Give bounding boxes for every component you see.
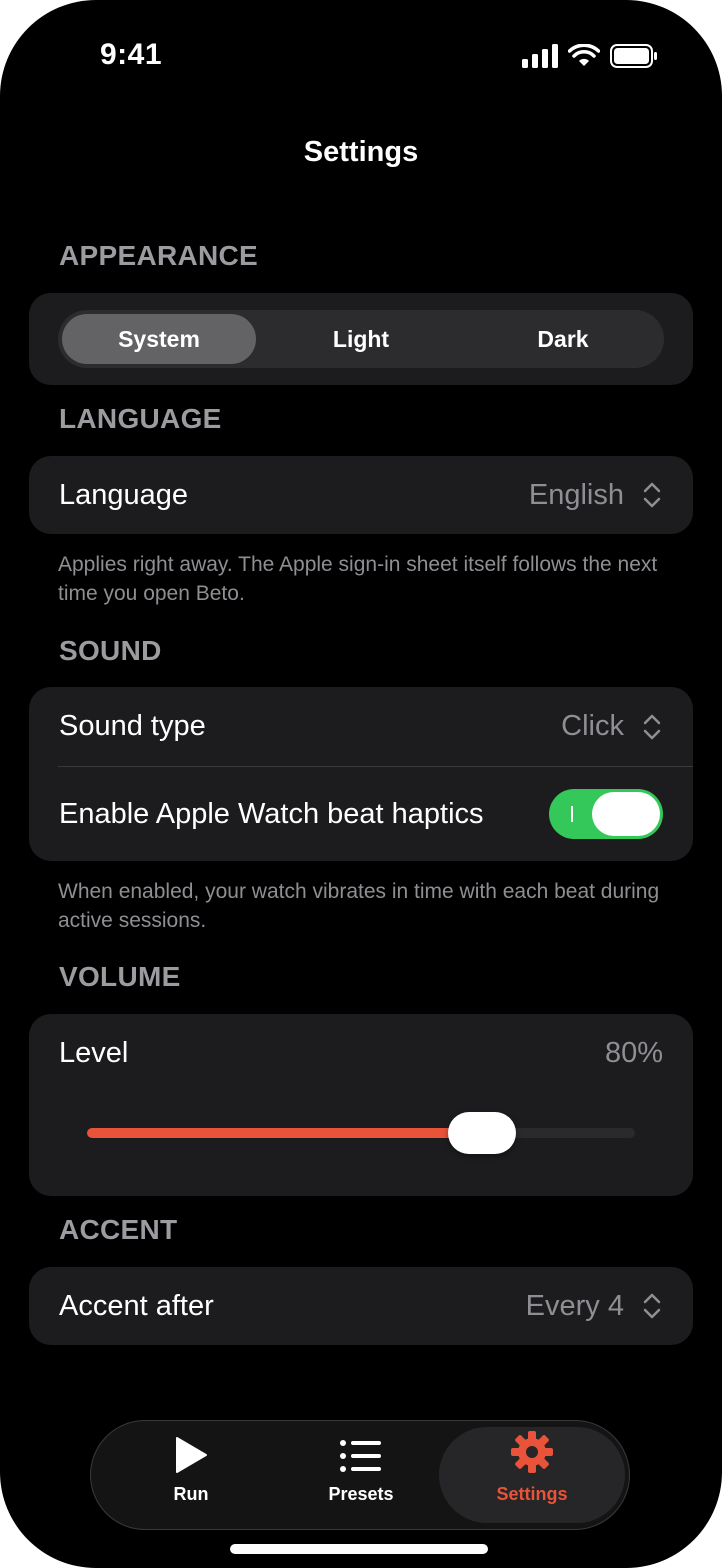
appearance-segmented-control: System Light Dark bbox=[58, 310, 664, 368]
haptics-row: Enable Apple Watch beat haptics bbox=[29, 767, 693, 861]
toggle-knob bbox=[592, 792, 660, 836]
chevron-up-down-icon bbox=[643, 1293, 661, 1319]
battery-icon bbox=[610, 44, 657, 68]
section-header-language: LANGUAGE bbox=[59, 403, 222, 434]
tab-bar: Run Presets Settings bbox=[90, 1420, 630, 1530]
accent-row[interactable]: Accent after Every 4 bbox=[29, 1267, 693, 1345]
phone-screen: 9:41 Settings APPEARANCE System Light Da… bbox=[0, 0, 722, 1568]
language-row[interactable]: Language English bbox=[29, 456, 693, 534]
home-indicator bbox=[230, 1544, 488, 1554]
sound-footnote: When enabled, your watch vibrates in tim… bbox=[58, 880, 660, 932]
chevron-up-down-icon bbox=[643, 482, 661, 508]
haptics-toggle[interactable] bbox=[549, 789, 663, 839]
sound-type-value[interactable]: Click bbox=[561, 710, 624, 743]
tab-settings[interactable]: Settings bbox=[439, 1427, 625, 1523]
toggle-on-mark bbox=[571, 806, 573, 822]
section-header-sound: SOUND bbox=[59, 635, 162, 666]
status-time: 9:41 bbox=[100, 38, 163, 71]
haptics-label: Enable Apple Watch beat haptics bbox=[59, 798, 484, 830]
list-icon bbox=[340, 1440, 381, 1472]
tab-settings-label: Settings bbox=[496, 1484, 568, 1504]
volume-card: Level 80% bbox=[29, 1014, 693, 1196]
sound-card: Sound type Click Enable Apple Watch beat… bbox=[29, 687, 693, 861]
gear-icon bbox=[511, 1431, 553, 1473]
status-icons bbox=[522, 44, 658, 68]
volume-value: 80% bbox=[604, 1037, 663, 1069]
section-header-accent: ACCENT bbox=[59, 1214, 178, 1245]
appearance-option-light[interactable]: Light bbox=[264, 314, 458, 364]
volume-label: Level bbox=[59, 1037, 129, 1069]
accent-value[interactable]: Every 4 bbox=[526, 1290, 624, 1323]
language-value[interactable]: English bbox=[529, 479, 624, 512]
cellular-signal-icon bbox=[522, 44, 558, 68]
volume-slider-fill bbox=[87, 1128, 482, 1138]
language-label: Language bbox=[59, 479, 189, 511]
language-footnote: Applies right away. The Apple sign-in sh… bbox=[58, 553, 658, 605]
appearance-option-dark[interactable]: Dark bbox=[466, 314, 660, 364]
sound-type-label: Sound type bbox=[59, 710, 206, 742]
tab-presets-label: Presets bbox=[328, 1484, 394, 1504]
volume-slider[interactable] bbox=[87, 1112, 635, 1154]
accent-label: Accent after bbox=[59, 1290, 214, 1322]
appearance-option-system[interactable]: System bbox=[62, 314, 256, 364]
section-header-appearance: APPEARANCE bbox=[59, 240, 259, 271]
play-icon bbox=[176, 1437, 207, 1473]
volume-slider-thumb[interactable] bbox=[447, 1112, 516, 1154]
tab-run-label: Run bbox=[173, 1484, 209, 1504]
wifi-icon bbox=[568, 44, 600, 66]
chevron-up-down-icon bbox=[643, 714, 661, 740]
appearance-card: System Light Dark bbox=[29, 293, 693, 385]
sound-type-row[interactable]: Sound type Click bbox=[29, 687, 693, 767]
section-header-volume: VOLUME bbox=[59, 961, 181, 992]
tab-presets[interactable]: Presets bbox=[271, 1427, 451, 1523]
page-title: Settings bbox=[303, 136, 419, 168]
tab-run[interactable]: Run bbox=[101, 1427, 281, 1523]
